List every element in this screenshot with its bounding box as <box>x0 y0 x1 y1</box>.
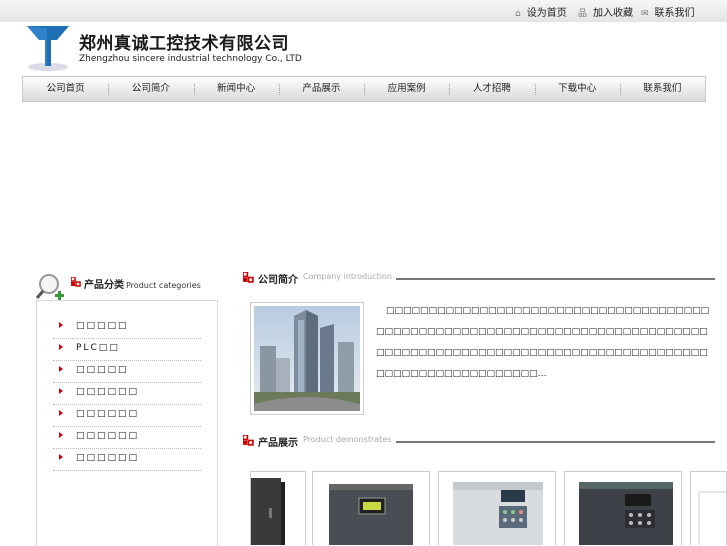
arrow-icon <box>59 322 63 328</box>
nav-contact[interactable]: 联系我们 <box>619 77 705 101</box>
arrow-icon <box>59 344 63 350</box>
nav-products[interactable]: 产品展示 <box>278 77 364 101</box>
main-nav: 公司首页 公司简介 新闻中心 产品展示 应用案例 人才招聘 下载中心 联系我们 <box>22 76 706 102</box>
product-thumbnail[interactable] <box>564 471 682 545</box>
sidebar-title: 产品分类 Product categories <box>84 280 201 291</box>
set-homepage-link[interactable]: ⌂ 设为首页 <box>515 4 567 19</box>
arrow-icon <box>59 454 63 460</box>
section-divider <box>396 441 715 443</box>
company-name-en: Zhengzhou sincere industrial technology … <box>79 54 302 64</box>
arrow-icon <box>59 410 63 416</box>
category-box: □□□□□ PLC□□ □□□□□ □□□□□□ □□□□□□ □□□□□□ □… <box>36 300 218 546</box>
product-thumbnail[interactable] <box>438 471 556 545</box>
add-favorite-link[interactable]: 品加入收藏 <box>578 4 633 19</box>
section-divider <box>396 278 715 280</box>
company-logo[interactable] <box>25 22 71 72</box>
arrow-icon <box>59 388 63 394</box>
company-name-cn: 郑州真诚工控技术有限公司 <box>79 34 289 54</box>
home-icon: ⌂ <box>515 9 521 19</box>
arrow-icon <box>59 432 63 438</box>
contact-us-link[interactable]: ✉ 联系我们 <box>641 4 695 19</box>
site-header: 郑州真诚工控技术有限公司 Zhengzhou sincere industria… <box>0 22 727 72</box>
products-title-en: Product demonstrates <box>303 435 392 444</box>
section-icon <box>243 435 254 446</box>
magnifier-icon <box>36 274 64 300</box>
nav-cases[interactable]: 应用案例 <box>364 77 449 101</box>
about-title-en: Company introduction <box>303 272 392 281</box>
about-title: 公司简介 <box>258 275 298 286</box>
sidebar-header: 产品分类 Product categories <box>36 268 218 308</box>
arrow-icon <box>59 366 63 372</box>
category-icon <box>71 277 81 287</box>
category-item[interactable]: □□□□□ <box>53 317 201 339</box>
nav-about[interactable]: 公司简介 <box>108 77 193 101</box>
section-icon <box>243 272 254 283</box>
product-thumbnail[interactable] <box>690 471 727 545</box>
nav-news[interactable]: 新闻中心 <box>193 77 279 101</box>
products-section-header: 产品展示 Product demonstrates <box>243 433 715 449</box>
products-title: 产品展示 <box>258 438 298 449</box>
category-item[interactable]: PLC□□ <box>53 339 201 361</box>
product-thumbnail[interactable] <box>312 471 430 545</box>
company-building-image <box>250 302 364 415</box>
nav-home[interactable]: 公司首页 <box>23 77 108 101</box>
category-item[interactable]: □□□□□□ <box>53 427 201 449</box>
top-bar: ⌂ 设为首页 品加入收藏 ✉ 联系我们 <box>0 0 727 22</box>
product-category-sidebar: □□□□□ PLC□□ □□□□□ □□□□□□ □□□□□□ □□□□□□ □… <box>36 268 218 546</box>
about-section-header: 公司简介 Company introduction <box>243 270 715 286</box>
category-item[interactable]: □□□□□ <box>53 361 201 383</box>
nav-downloads[interactable]: 下载中心 <box>534 77 620 101</box>
bookmark-icon: 品 <box>578 9 588 19</box>
product-thumbnail[interactable] <box>250 471 306 545</box>
category-item[interactable]: □□□□□□ <box>53 449 201 471</box>
category-item[interactable]: □□□□□□ <box>53 383 201 405</box>
mail-icon: ✉ <box>641 9 649 19</box>
category-item[interactable]: □□□□□□ <box>53 405 201 427</box>
nav-jobs[interactable]: 人才招聘 <box>449 77 534 101</box>
about-text: □□□□□□□□□□□□□□□□□□□□□□□□□□□□□□□□□□□□□□□□… <box>376 306 710 379</box>
